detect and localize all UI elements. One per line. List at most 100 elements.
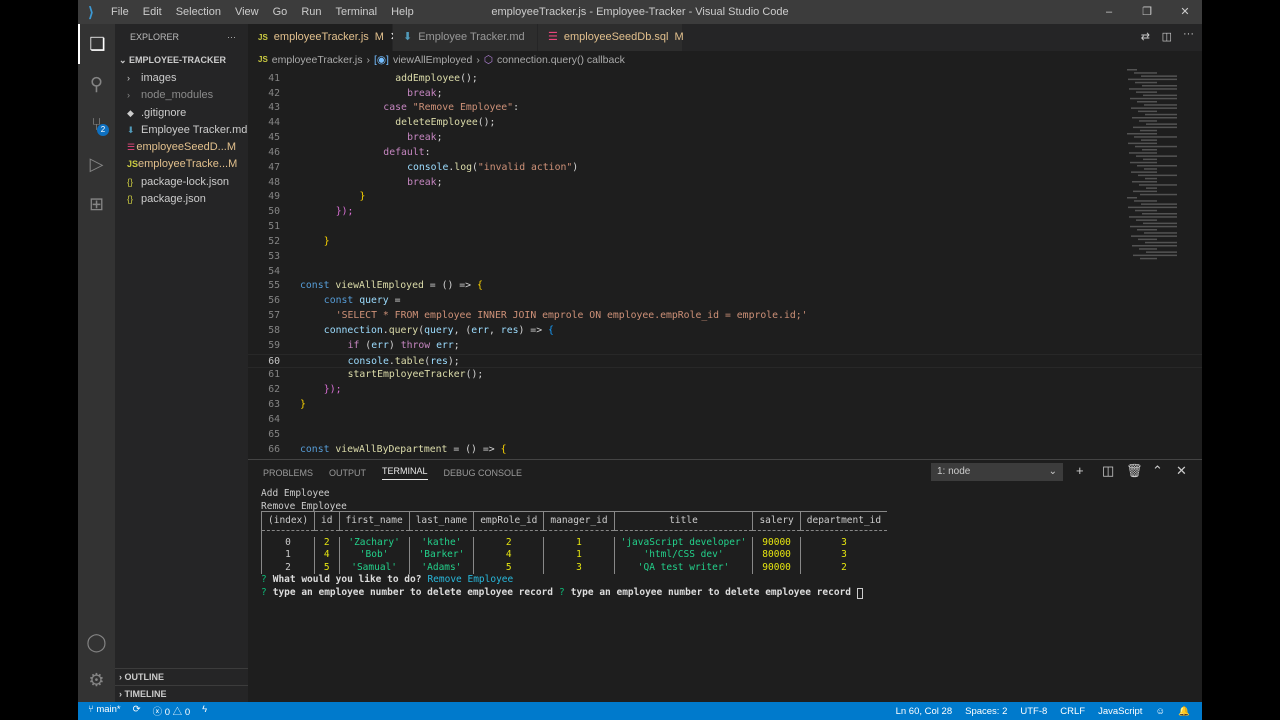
code-token: ; bbox=[453, 339, 460, 351]
menu-view[interactable]: View bbox=[228, 6, 266, 18]
sync-icon[interactable]: ⟳ bbox=[133, 704, 141, 718]
breadcrumb-callback[interactable]: connection.query() callback bbox=[497, 51, 625, 69]
line-number: 56 bbox=[268, 295, 280, 307]
breadcrumb-file[interactable]: employeeTracker.js bbox=[272, 51, 363, 69]
menu-edit[interactable]: Edit bbox=[136, 6, 169, 18]
menu-terminal[interactable]: Terminal bbox=[329, 6, 385, 18]
compare-icon[interactable]: ⇄ bbox=[1141, 30, 1150, 43]
tab-employeetracker-js[interactable]: JSemployeeTracker.jsM✕ bbox=[248, 24, 399, 51]
lightning-icon[interactable]: ϟ bbox=[202, 704, 207, 718]
line-number: 65 bbox=[268, 428, 280, 440]
minimap-line bbox=[1133, 126, 1177, 129]
tab-debug-console[interactable]: DEBUG CONSOLE bbox=[444, 468, 523, 478]
settings-gear-icon[interactable]: ⚙ bbox=[78, 660, 115, 700]
maximize-panel-icon[interactable]: ⌃ bbox=[1152, 463, 1163, 479]
file-item[interactable]: {} package.json bbox=[115, 191, 248, 208]
close-window-button[interactable]: ✕ bbox=[1168, 0, 1202, 24]
menu-selection[interactable]: Selection bbox=[169, 6, 228, 18]
minimap-line bbox=[1135, 81, 1157, 84]
notifications-bell-icon[interactable]: 🔔 bbox=[1178, 706, 1190, 717]
file-item[interactable]: › node_modules bbox=[115, 87, 248, 104]
minimap[interactable] bbox=[1122, 69, 1192, 269]
minimize-button[interactable]: – bbox=[1092, 0, 1126, 24]
account-icon[interactable]: ◯ bbox=[78, 622, 115, 662]
terminal-select[interactable]: 1: node ⌄ bbox=[931, 463, 1063, 481]
menu-help[interactable]: Help bbox=[384, 6, 421, 18]
minimap-line bbox=[1136, 219, 1157, 221]
branch-indicator[interactable]: ⑂ main* bbox=[88, 704, 121, 718]
menu-file[interactable]: File bbox=[104, 6, 136, 18]
table-cell: 80000 bbox=[752, 549, 801, 562]
file-item[interactable]: ◆ .gitignore bbox=[115, 105, 248, 122]
tab-employeeseeddb-sql[interactable]: ☰ employeeSeedDb.sql M bbox=[538, 24, 684, 51]
menu-go[interactable]: Go bbox=[266, 6, 295, 18]
source-control-icon[interactable]: ⑂ 2 bbox=[78, 104, 115, 144]
tab-terminal[interactable]: TERMINAL bbox=[382, 466, 428, 480]
file-item[interactable]: JS employeeTracke... M bbox=[115, 156, 248, 173]
split-editor-icon[interactable]: ◫ bbox=[1162, 30, 1172, 43]
table-cell: 2 bbox=[799, 561, 888, 574]
code-token: startEmployeeTracker bbox=[347, 369, 466, 381]
cursor-position[interactable]: Ln 60, Col 28 bbox=[896, 706, 953, 717]
file-item[interactable]: ☰ employeeSeedD... M bbox=[115, 139, 248, 156]
indentation[interactable]: Spaces: 2 bbox=[965, 706, 1007, 717]
minimap-line bbox=[1145, 241, 1177, 244]
extensions-icon[interactable]: ⊞ bbox=[78, 184, 115, 224]
table-cell: 'javaScript developer' bbox=[613, 536, 753, 549]
close-panel-icon[interactable]: ✕ bbox=[1176, 463, 1187, 479]
code-token: (); bbox=[465, 369, 484, 381]
line-ending[interactable]: CRLF bbox=[1060, 706, 1085, 717]
minimap-line bbox=[1138, 174, 1177, 177]
run-debug-icon[interactable]: ▷ bbox=[78, 144, 115, 184]
search-icon[interactable]: ⚲ bbox=[78, 64, 115, 104]
code-token: }); bbox=[335, 206, 354, 218]
table-cell: 'Zachary' bbox=[338, 536, 410, 549]
code-text: const viewAllEmployed = () => { bbox=[288, 279, 483, 294]
more-actions-icon[interactable]: ··· bbox=[227, 24, 236, 50]
breadcrumb-function[interactable]: viewAllEmployed bbox=[393, 51, 472, 69]
language-mode[interactable]: JavaScript bbox=[1098, 706, 1142, 717]
outline-section[interactable]: › OUTLINE bbox=[115, 668, 248, 685]
code-token: ; bbox=[436, 132, 443, 144]
prompt-qmark: ? bbox=[559, 587, 565, 599]
line-number: 62 bbox=[268, 384, 280, 396]
feedback-icon[interactable]: ☺ bbox=[1155, 706, 1165, 717]
trash-icon[interactable]: 🗑 bbox=[1126, 463, 1143, 479]
code-token: const bbox=[323, 295, 360, 307]
timeline-section[interactable]: › TIMELINE bbox=[115, 685, 248, 702]
minimap-line bbox=[1135, 145, 1177, 148]
tab-label: employeeSeedDb.sql bbox=[563, 31, 669, 43]
code-token: if bbox=[347, 339, 366, 351]
restore-button[interactable]: ❐ bbox=[1130, 0, 1164, 24]
code-token: = () => bbox=[423, 280, 477, 292]
more-icon[interactable]: ··· bbox=[1183, 28, 1194, 40]
menu-run[interactable]: Run bbox=[294, 6, 328, 18]
table-header-cell: (index) bbox=[260, 511, 315, 531]
file-item[interactable]: ⬇ Employee Tracker.md bbox=[115, 122, 248, 139]
breadcrumb: JS employeeTracker.js › [◉] viewAllEmploy… bbox=[248, 51, 1202, 69]
project-folder[interactable]: ⌄ EMPLOYEE-TRACKER bbox=[115, 50, 248, 70]
minimap-line bbox=[1144, 168, 1157, 170]
tab-problems[interactable]: PROBLEMS bbox=[263, 468, 313, 478]
code-token: break bbox=[407, 87, 437, 99]
tab-employee-tracker-md[interactable]: ⬇ Employee Tracker.md bbox=[393, 24, 538, 51]
file-item[interactable]: {} package-lock.json bbox=[115, 174, 248, 191]
code-token: ; bbox=[436, 176, 443, 188]
table-row: 0 2 'Zachary''kathe' 2 1'javaScript develope… bbox=[260, 536, 888, 549]
file-type-icon: {} bbox=[127, 176, 134, 187]
code-token: throw bbox=[400, 339, 437, 351]
encoding[interactable]: UTF-8 bbox=[1020, 706, 1047, 717]
problems-indicator[interactable]: ⓧ 0 △ 0 bbox=[153, 704, 191, 718]
terminal-output[interactable]: Add Employee Remove Employee (index) id fi… bbox=[260, 488, 1189, 600]
new-terminal-icon[interactable]: + bbox=[1076, 463, 1084, 478]
minimap-line bbox=[1131, 235, 1177, 237]
minimap-line bbox=[1138, 110, 1157, 113]
code-text: break; bbox=[288, 176, 443, 191]
code-token: const bbox=[300, 280, 336, 292]
tab-output[interactable]: OUTPUT bbox=[329, 468, 366, 478]
file-item[interactable]: › images bbox=[115, 70, 248, 87]
file-type-icon: ◆ bbox=[127, 107, 134, 118]
code-editor[interactable]: 40case "Add Employee":41addEmployee();42… bbox=[248, 69, 1202, 459]
split-terminal-icon[interactable]: ◫ bbox=[1102, 463, 1114, 479]
explorer-icon[interactable]: ❏ bbox=[78, 24, 115, 64]
